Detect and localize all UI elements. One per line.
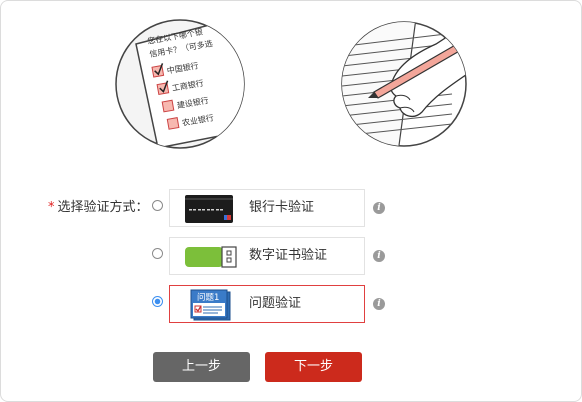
option-digital-certificate-label: 数字证书验证 (249, 248, 328, 263)
method-label-text: 选择验证方式： (57, 200, 149, 215)
option-question-verification[interactable]: 问题1 问题验证 (169, 285, 365, 323)
option-bank-card-label: 银行卡验证 (249, 200, 315, 215)
info-icon-question-verification[interactable]: i (373, 298, 385, 310)
bank-card-icon (184, 194, 234, 228)
checklist-illustration: 您在以下哪个银 信用卡？（可多选 中国银行 工商银行 建设银行 农业银行 (110, 8, 250, 158)
required-mark: * (48, 200, 55, 215)
verification-method-label: * 选择验证方式： (48, 196, 149, 215)
radio-digital-certificate[interactable] (152, 248, 163, 259)
previous-step-button[interactable]: 上一步 (153, 352, 250, 382)
radio-bank-card[interactable] (152, 200, 163, 211)
question-doc-title: 问题1 (197, 293, 219, 303)
question-doc-icon: 问题1 (188, 289, 232, 325)
option-question-verification-label: 问题验证 (249, 296, 302, 311)
option-digital-certificate[interactable]: 数字证书验证 (169, 237, 365, 275)
info-icon-bank-card[interactable]: i (373, 202, 385, 214)
info-icon-digital-certificate[interactable]: i (373, 250, 385, 262)
writing-hand-illustration (336, 8, 476, 158)
radio-question-verification[interactable] (152, 296, 163, 307)
option-bank-card[interactable]: 银行卡验证 (169, 189, 365, 227)
usb-key-icon (184, 244, 238, 274)
next-step-button[interactable]: 下一步 (265, 352, 362, 382)
